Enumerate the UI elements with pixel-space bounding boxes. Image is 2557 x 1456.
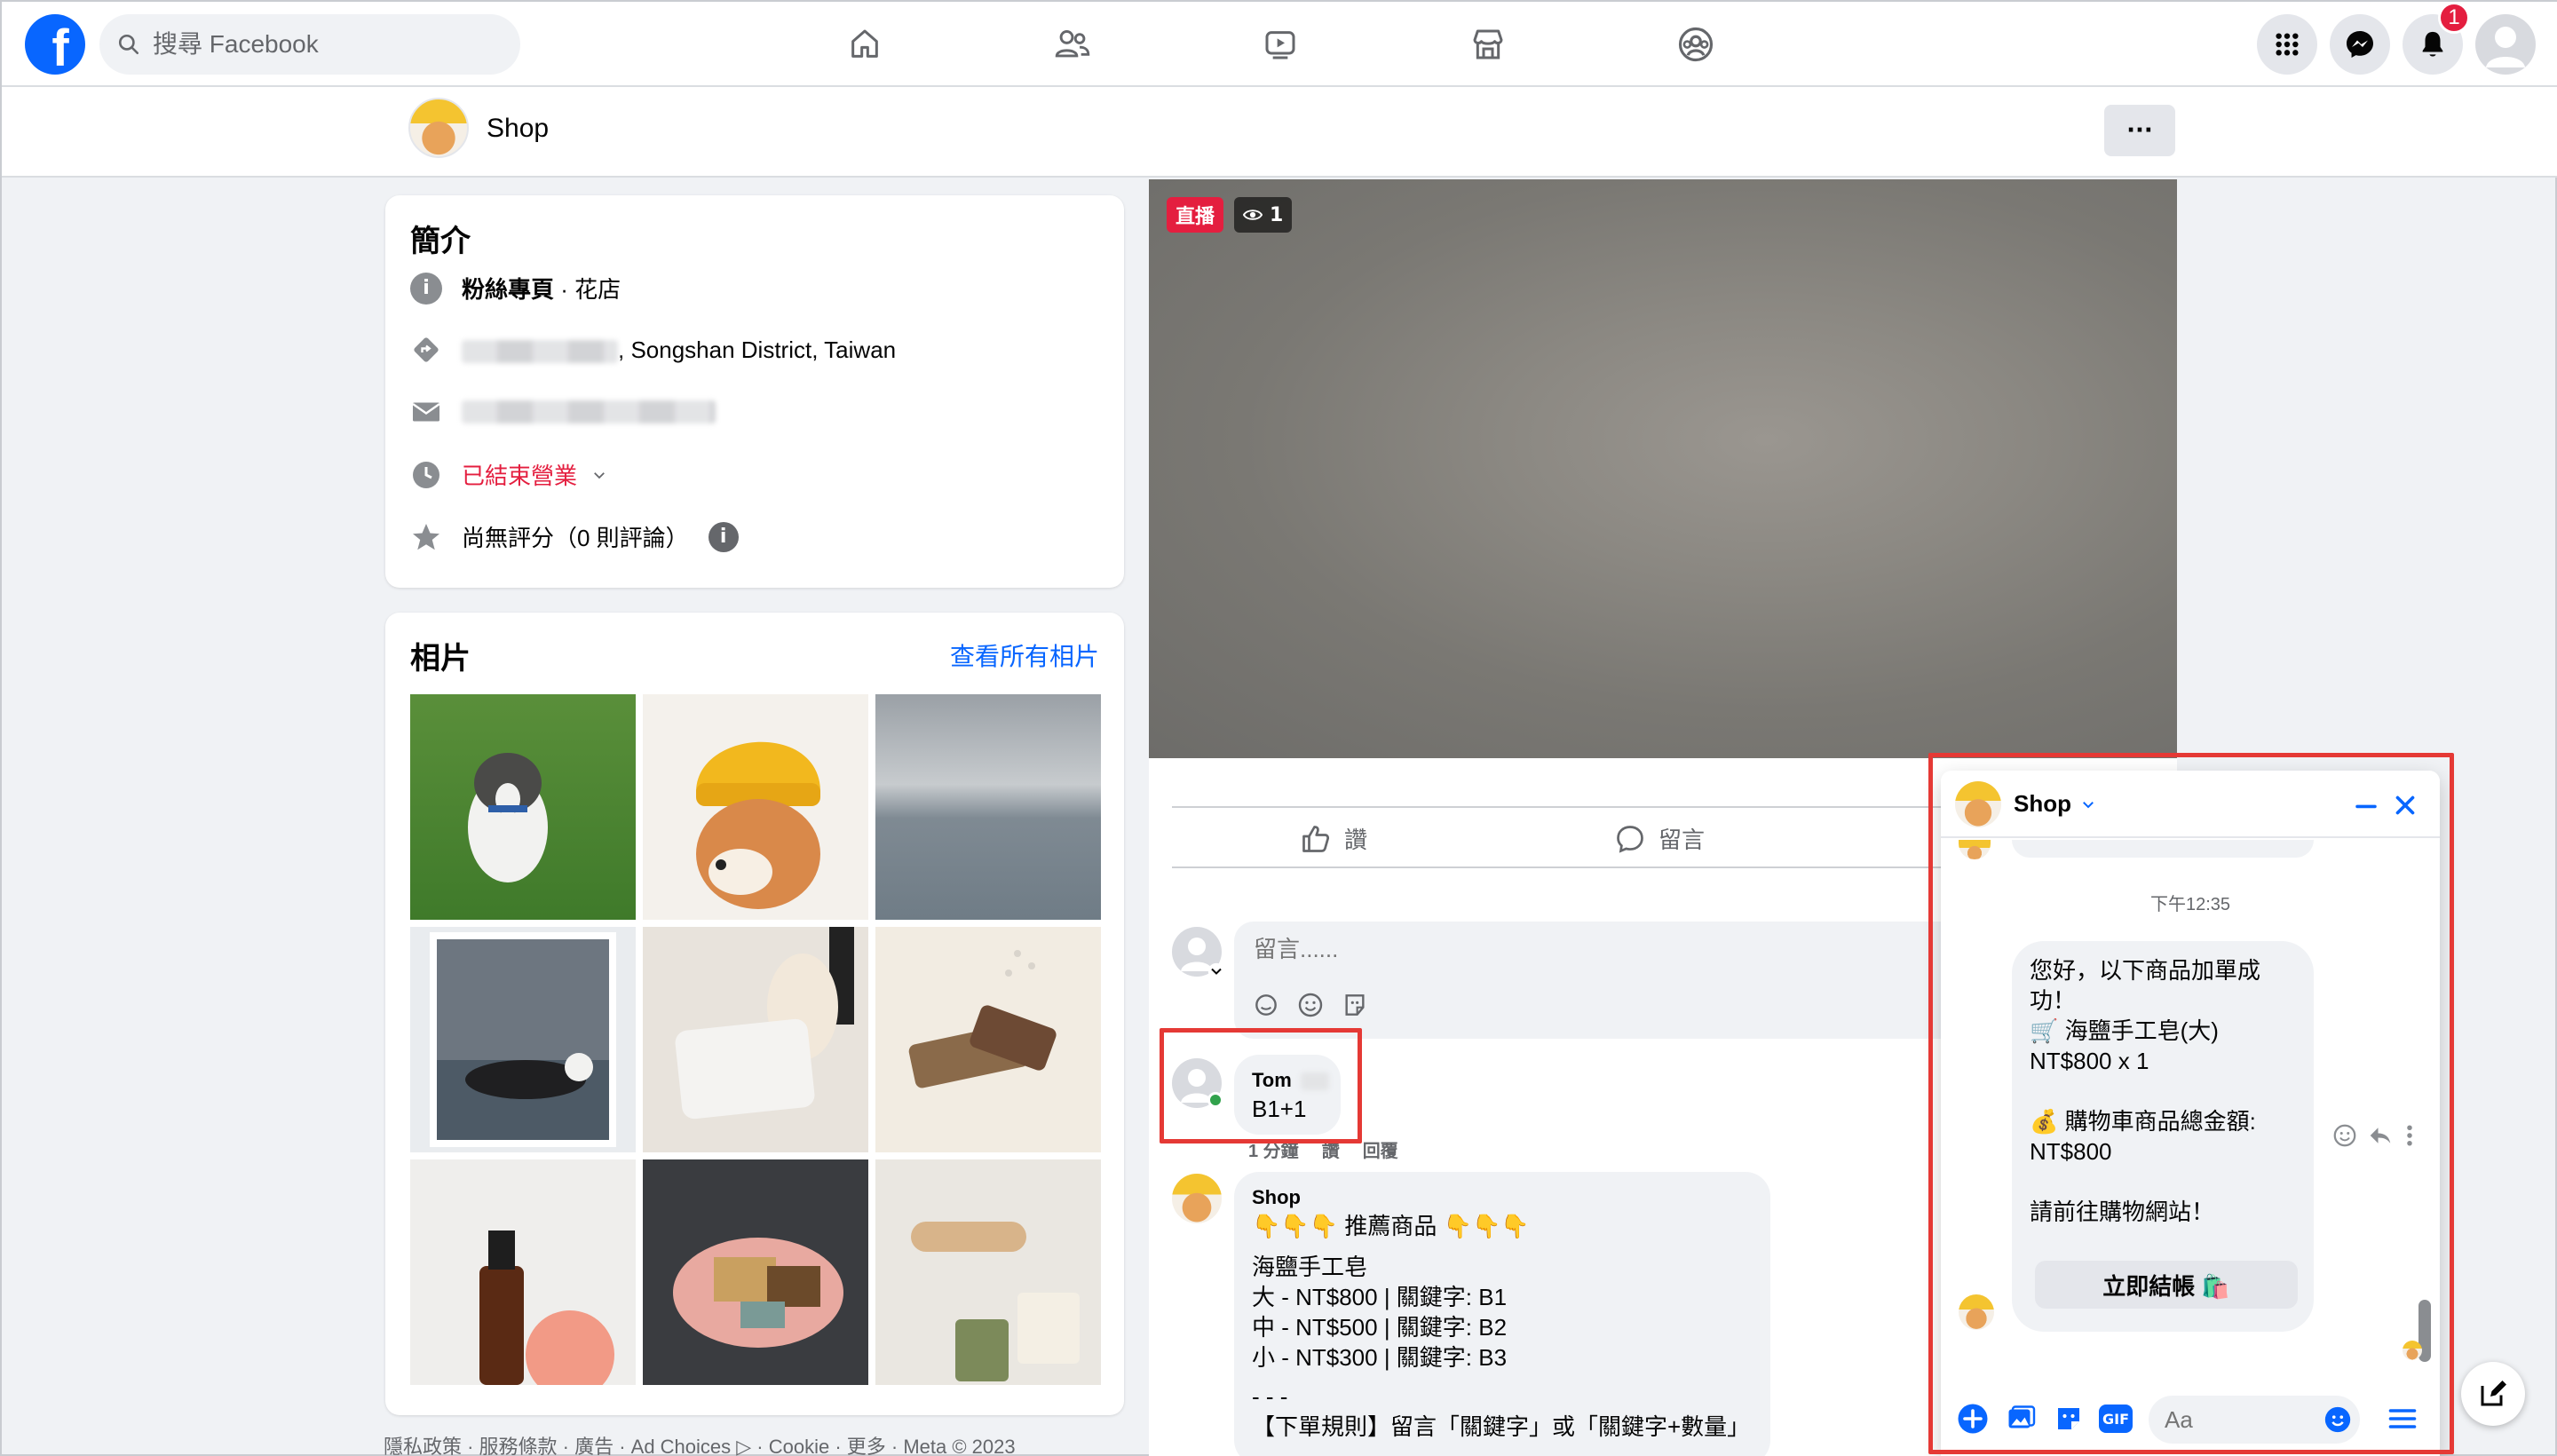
intro-address-row: , Songshan District, Taiwan (410, 334, 896, 366)
eye-icon (1243, 210, 1263, 220)
friends-icon[interactable] (1049, 21, 1096, 67)
like-label: 讚 (1344, 827, 1368, 853)
info-icon: i (410, 272, 442, 305)
home-icon[interactable] (842, 21, 888, 67)
intro-category-rest: · 花店 (554, 276, 621, 303)
intro-category-row: i 粉絲專頁 · 花店 (410, 272, 621, 305)
blurred-street (462, 339, 618, 363)
photo-white-soap[interactable] (643, 927, 868, 1152)
page-avatar[interactable] (408, 98, 469, 158)
shop-line-gap (1252, 1241, 1750, 1252)
top-navigation-bar: f 1 (2, 2, 2557, 87)
directions-icon (414, 337, 439, 362)
shop-comment-bubble[interactable]: Shop 👇👇👇 推薦商品 👇👇👇 海鹽手工皂 大 - NT$800 | 關鍵字… (1234, 1172, 1770, 1456)
intro-rating-row: 尚無評分（0 則評論） i (410, 520, 739, 553)
highlight-box-chat (1928, 753, 2454, 1454)
comment-input[interactable] (1254, 936, 1786, 963)
more-options-button[interactable]: ··· (2104, 105, 2175, 156)
page-name[interactable]: Shop (487, 114, 549, 144)
blurred-email (462, 400, 716, 423)
profile-avatar[interactable] (2475, 14, 2536, 75)
shop-line: 海鹽手工皂 (1252, 1254, 1368, 1280)
shop-comment-author: Shop (1252, 1186, 1301, 1208)
search-icon (118, 34, 139, 55)
like-button[interactable]: 讚 (1300, 822, 1367, 855)
rating-info-icon[interactable]: i (708, 521, 739, 552)
highlight-box-comment (1160, 1028, 1362, 1143)
viewer-count-chip: 1 (1234, 197, 1293, 233)
marketplace-icon[interactable] (1465, 21, 1511, 67)
photo-soap-flowers[interactable] (875, 927, 1101, 1152)
intro-address: , Songshan District, Taiwan (462, 336, 896, 364)
see-all-photos-link[interactable]: 查看所有相片 (950, 637, 1099, 673)
star-icon (413, 523, 439, 550)
avatar-chevron-icon[interactable] (1207, 962, 1225, 980)
intro-category-bold: 粉絲專頁 (462, 276, 555, 303)
sticker-icon[interactable] (1341, 991, 1369, 1019)
footer-links[interactable]: 隱私政策 · 服務條款 · 廣告 · Ad Choices ▷ · Cookie… (384, 1431, 1016, 1456)
menu-grid-icon[interactable] (2257, 14, 2317, 75)
live-video[interactable]: 直播 1 (1149, 179, 2177, 758)
shop-line: - - - (1252, 1383, 1288, 1410)
comment-label: 留言 (1658, 827, 1706, 853)
viewer-count: 1 (1270, 203, 1284, 226)
rating-text: 尚無評分（0 則評論） (462, 525, 689, 551)
search-input[interactable] (153, 30, 472, 59)
intro-email-row (410, 396, 716, 428)
photo-ocean[interactable] (875, 694, 1101, 920)
emoji-icon[interactable] (1296, 991, 1325, 1019)
compose-icon (2481, 1381, 2506, 1406)
shop-line: 大 - NT$800 | 關鍵字: B1 (1252, 1284, 1508, 1310)
clock-icon (413, 461, 439, 488)
intro-address-text: , Songshan District, Taiwan (618, 336, 897, 363)
intro-hours-row[interactable]: 已結束營業 (410, 458, 607, 491)
avatar-sticker-icon[interactable] (1252, 991, 1280, 1019)
new-message-button[interactable] (2461, 1362, 2525, 1426)
shop-comment-body: 👇👇👇 推薦商品 👇👇👇 海鹽手工皂 大 - NT$800 | 關鍵字: B1 … (1252, 1211, 1750, 1442)
facebook-logo[interactable]: f (25, 14, 85, 75)
photo-shiba-beanie[interactable] (643, 694, 868, 920)
shop-line: 中 - NT$500 | 關鍵字: B2 (1252, 1314, 1508, 1341)
facebook-logo-letter: f (51, 20, 69, 75)
thumbs-up-icon (1302, 825, 1330, 852)
comment-icon (1617, 825, 1643, 853)
groups-icon[interactable] (1673, 21, 1719, 67)
shop-line-gap (1252, 1373, 1750, 1381)
comment-reply-link[interactable]: 回覆 (1363, 1136, 1398, 1162)
photo-puppy-grass[interactable] (410, 694, 636, 920)
photo-serum-rose[interactable] (410, 1159, 636, 1399)
business-status[interactable]: 已結束營業 (462, 458, 577, 491)
intro-title: 簡介 (410, 225, 471, 258)
photos-title: 相片 (410, 642, 471, 676)
photo-brush-soaps[interactable] (875, 1159, 1101, 1385)
photo-soap-dish[interactable] (643, 1159, 868, 1385)
live-badge: 直播 (1167, 197, 1224, 233)
shop-line: 👇👇👇 推薦商品 👇👇👇 (1252, 1213, 1530, 1239)
messenger-icon[interactable] (2330, 14, 2390, 75)
notification-count-badge: 1 (2438, 2, 2470, 34)
chevron-down-icon[interactable] (591, 467, 607, 483)
shop-avatar[interactable] (1172, 1174, 1222, 1223)
intro-card: 簡介 i 粉絲專頁 · 花店 , Songshan District, Taiw… (385, 195, 1124, 588)
intro-category: 粉絲專頁 · 花店 (462, 272, 621, 305)
photos-card: 相片 查看所有相片 (385, 613, 1124, 1415)
video-icon[interactable] (1257, 21, 1303, 67)
comment-button[interactable]: 留言 (1614, 822, 1705, 855)
shop-line: 【下單規則】留言「關鍵字」或「關鍵字+數量」 (1252, 1413, 1751, 1440)
envelope-icon (412, 402, 440, 422)
shop-line: 小 - NT$300 | 關鍵字: B3 (1252, 1344, 1508, 1371)
search-box[interactable] (99, 14, 520, 75)
photo-dog-polaroid[interactable] (410, 927, 636, 1152)
page-header-bar: Shop ··· (2, 87, 2557, 178)
